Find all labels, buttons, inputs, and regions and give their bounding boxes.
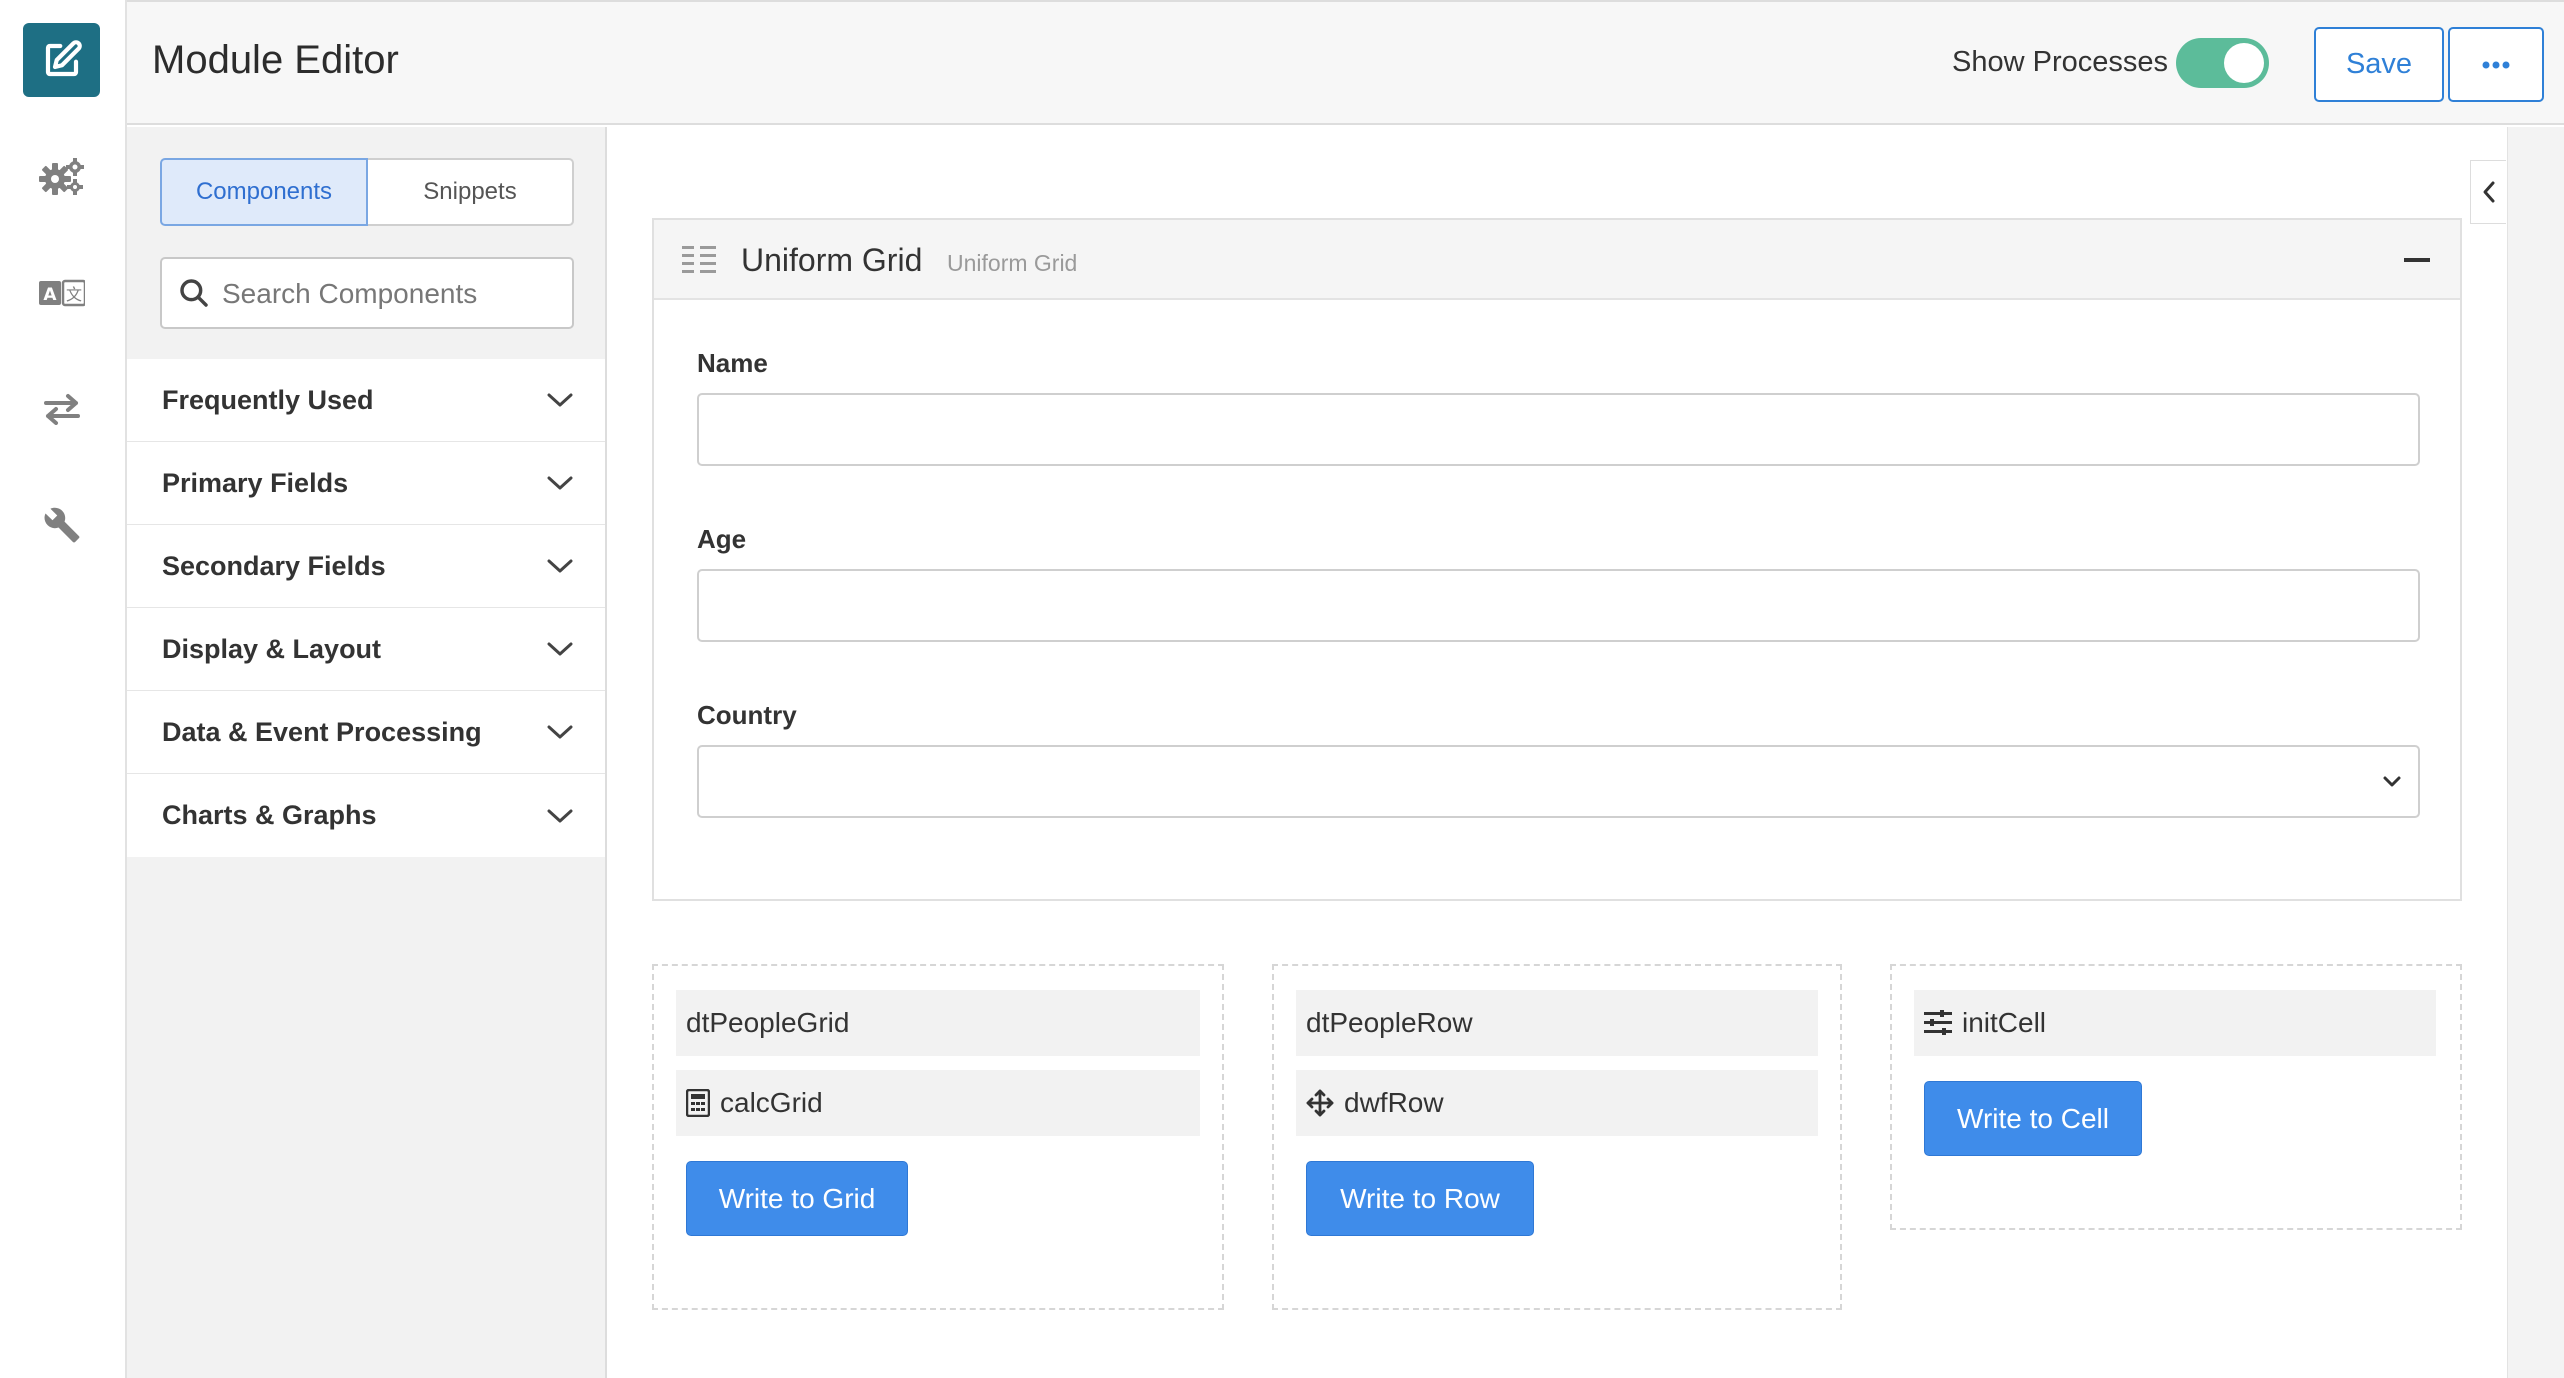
search-components-field xyxy=(160,257,574,329)
components-panel: Components Snippets Frequently Used Prim… xyxy=(127,127,607,1378)
collapse-panel-button[interactable] xyxy=(2470,160,2506,224)
move-arrows-icon xyxy=(1306,1089,1334,1117)
edit-icon[interactable] xyxy=(23,23,100,97)
category-label: Data & Event Processing xyxy=(162,716,482,747)
svg-text:文: 文 xyxy=(65,285,81,304)
category-data-event-processing[interactable]: Data & Event Processing xyxy=(127,691,605,774)
category-charts-graphs[interactable]: Charts & Graphs xyxy=(127,774,605,857)
ellipsis-icon xyxy=(2482,61,2510,68)
chevron-down-icon xyxy=(2383,776,2401,787)
search-input[interactable] xyxy=(220,269,560,319)
category-frequently-used[interactable]: Frequently Used xyxy=(127,359,605,442)
process-item-calcgrid[interactable]: calcGrid xyxy=(676,1070,1200,1136)
category-label: Secondary Fields xyxy=(162,550,386,581)
search-icon xyxy=(180,279,208,307)
uniform-grid-component[interactable]: Uniform Grid Uniform Grid Name Age Count… xyxy=(652,218,2462,901)
component-type-label: Uniform Grid xyxy=(947,250,1078,276)
save-button[interactable]: Save xyxy=(2314,27,2444,102)
tab-components[interactable]: Components xyxy=(160,158,368,226)
category-primary-fields[interactable]: Primary Fields xyxy=(127,442,605,525)
panel-tabs: Components Snippets xyxy=(160,158,574,226)
chevron-down-icon xyxy=(547,642,573,656)
category-label: Primary Fields xyxy=(162,467,349,498)
name-field-label: Name xyxy=(697,348,768,378)
category-list: Frequently Used Primary Fields Secondary… xyxy=(127,359,605,857)
process-label: initCell xyxy=(1962,1007,2047,1038)
more-options-button[interactable] xyxy=(2448,27,2544,102)
chevron-left-icon xyxy=(2483,181,2494,203)
tab-snippets[interactable]: Snippets xyxy=(368,158,574,226)
write-to-cell-button[interactable]: Write to Cell xyxy=(1924,1081,2142,1156)
component-header: Uniform Grid Uniform Grid xyxy=(654,220,2460,300)
process-item-dwfrow[interactable]: dwfRow xyxy=(1296,1070,1818,1136)
age-input[interactable] xyxy=(697,569,2420,642)
calculator-icon xyxy=(686,1089,710,1117)
chevron-down-icon xyxy=(547,725,573,739)
chevron-down-icon xyxy=(547,809,573,822)
translate-icon[interactable]: A 文 xyxy=(23,256,100,330)
sliders-icon xyxy=(1924,1010,1952,1035)
process-group-row: dtPeopleRow dwfRow Write to Row xyxy=(1272,964,1842,1310)
process-label: dwfRow xyxy=(1344,1087,1444,1118)
show-processes-label: Show Processes xyxy=(1952,46,2168,78)
chevron-down-icon xyxy=(547,559,573,573)
show-processes-toggle[interactable] xyxy=(2176,38,2269,88)
category-label: Frequently Used xyxy=(162,384,374,415)
right-sidebar-strip xyxy=(2507,127,2564,1378)
process-label: calcGrid xyxy=(720,1087,823,1118)
drag-handle-icon[interactable] xyxy=(682,246,716,274)
process-item-initcell[interactable]: initCell xyxy=(1914,990,2436,1056)
settings-gears-icon[interactable] xyxy=(23,140,100,214)
category-label: Display & Layout xyxy=(162,633,382,664)
component-title: Uniform Grid xyxy=(741,242,923,278)
country-select[interactable] xyxy=(697,745,2420,818)
process-label: dtPeopleRow xyxy=(1306,1007,1473,1038)
age-field-label: Age xyxy=(697,524,747,554)
process-group-grid: dtPeopleGrid calcGrid Write to Grid xyxy=(652,964,1224,1310)
write-to-grid-button[interactable]: Write to Grid xyxy=(686,1161,908,1236)
wrench-icon[interactable] xyxy=(23,488,100,562)
category-display-layout[interactable]: Display & Layout xyxy=(127,608,605,691)
process-group-cell: initCell Write to Cell xyxy=(1890,964,2462,1230)
write-to-row-button[interactable]: Write to Row xyxy=(1306,1161,1534,1236)
process-label: dtPeopleGrid xyxy=(686,1007,850,1038)
country-field-label: Country xyxy=(697,700,797,730)
category-label: Charts & Graphs xyxy=(162,800,377,830)
chevron-down-icon xyxy=(547,393,573,407)
svg-text:A: A xyxy=(43,285,57,305)
process-item-dtpeoplegrid[interactable]: dtPeopleGrid xyxy=(676,990,1200,1056)
collapse-component-button[interactable] xyxy=(2404,244,2432,274)
page-title: Module Editor xyxy=(152,38,399,82)
category-secondary-fields[interactable]: Secondary Fields xyxy=(127,525,605,608)
chevron-down-icon xyxy=(547,476,573,490)
top-header: Module Editor Show Processes Save xyxy=(127,0,2564,125)
process-item-dtpeoplerow[interactable]: dtPeopleRow xyxy=(1296,990,1818,1056)
name-input[interactable] xyxy=(697,393,2420,466)
transfer-arrows-icon[interactable] xyxy=(23,372,100,446)
left-rail: A 文 xyxy=(0,0,127,1378)
toggle-knob xyxy=(2224,43,2264,83)
